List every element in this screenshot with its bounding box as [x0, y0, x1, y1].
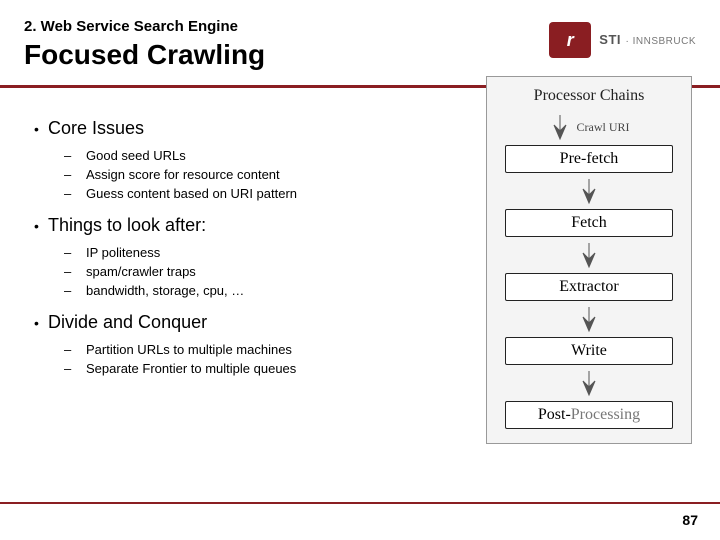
content-area: • Core Issues –Good seed URLs –Assign sc… — [0, 88, 720, 390]
dash-icon: – — [64, 283, 86, 298]
chain-arrow — [497, 241, 681, 269]
chain-title: Processor Chains — [497, 87, 681, 105]
stage-fetch: Fetch — [505, 209, 673, 237]
dash-icon: – — [64, 167, 86, 182]
sub-text: Separate Frontier to multiple queues — [86, 361, 296, 376]
bullet-column: • Core Issues –Good seed URLs –Assign sc… — [34, 118, 454, 390]
sub-list: –Good seed URLs –Assign score for resour… — [64, 148, 454, 201]
sub-item: –Assign score for resource content — [64, 167, 454, 182]
logo-text-wrap: STI · INNSBRUCK — [599, 31, 696, 49]
dash-icon: – — [64, 245, 86, 260]
sub-item: –IP politeness — [64, 245, 454, 260]
logo-mark: r — [549, 22, 591, 58]
sub-item: –Guess content based on URI pattern — [64, 186, 454, 201]
chain-arrow — [497, 369, 681, 397]
arrow-down-icon — [578, 305, 600, 333]
logo-glyph: r — [567, 30, 574, 51]
arrow-down-icon — [578, 241, 600, 269]
chain-arrow — [497, 305, 681, 333]
bullet-dot-icon: • — [34, 118, 48, 140]
arrow-down-icon — [549, 113, 571, 141]
sub-item: –spam/crawler traps — [64, 264, 454, 279]
sub-text: Assign score for resource content — [86, 167, 280, 182]
logo-sub: · INNSBRUCK — [625, 36, 696, 47]
post-prefix: Post- — [538, 406, 571, 423]
sub-text: Partition URLs to multiple machines — [86, 342, 292, 357]
chain-frame: Processor Chains Crawl URI Pre-fetch Fet… — [486, 76, 692, 444]
dash-icon: – — [64, 264, 86, 279]
sub-item: –Separate Frontier to multiple queues — [64, 361, 454, 376]
chain-arrow-row: Crawl URI — [497, 113, 681, 141]
arrow-down-icon — [578, 369, 600, 397]
bullet-dot-icon: • — [34, 215, 48, 237]
sub-text: Good seed URLs — [86, 148, 186, 163]
sub-item: –Partition URLs to multiple machines — [64, 342, 454, 357]
arrow-down-icon — [578, 177, 600, 205]
sub-list: –IP politeness –spam/crawler traps –band… — [64, 245, 454, 298]
chain-arrow — [497, 177, 681, 205]
sub-list: –Partition URLs to multiple machines –Se… — [64, 342, 454, 376]
stage-write: Write — [505, 337, 673, 365]
bullet-head: Core Issues — [48, 118, 144, 139]
stage-extractor: Extractor — [505, 273, 673, 301]
bullet-item: • Core Issues — [34, 118, 454, 140]
bullet-item: • Divide and Conquer — [34, 312, 454, 334]
slide: 2. Web Service Search Engine Focused Cra… — [0, 0, 720, 540]
stage-prefetch: Pre-fetch — [505, 145, 673, 173]
sub-text: IP politeness — [86, 245, 160, 260]
bullet-item: • Things to look after: — [34, 215, 454, 237]
dash-icon: – — [64, 342, 86, 357]
dash-icon: – — [64, 148, 86, 163]
brand-logo: r STI · INNSBRUCK — [549, 22, 696, 58]
processor-chain-figure: Processor Chains Crawl URI Pre-fetch Fet… — [486, 76, 692, 444]
sub-text: bandwidth, storage, cpu, … — [86, 283, 244, 298]
post-suffix: Processing — [571, 406, 640, 423]
slide-header: 2. Web Service Search Engine Focused Cra… — [0, 0, 720, 79]
stage-postprocessing: Post-Processing — [505, 401, 673, 429]
sub-item: –bandwidth, storage, cpu, … — [64, 283, 454, 298]
bullet-dot-icon: • — [34, 312, 48, 334]
sub-text: Guess content based on URI pattern — [86, 186, 297, 201]
logo-brand: STI — [599, 32, 621, 47]
sub-text: spam/crawler traps — [86, 264, 196, 279]
sub-item: –Good seed URLs — [64, 148, 454, 163]
bullet-head: Divide and Conquer — [48, 312, 207, 333]
dash-icon: – — [64, 361, 86, 376]
crawl-uri-label: Crawl URI — [577, 120, 630, 135]
page-number: 87 — [682, 512, 698, 528]
bullet-head: Things to look after: — [48, 215, 206, 236]
footer-rule — [0, 502, 720, 504]
dash-icon: – — [64, 186, 86, 201]
